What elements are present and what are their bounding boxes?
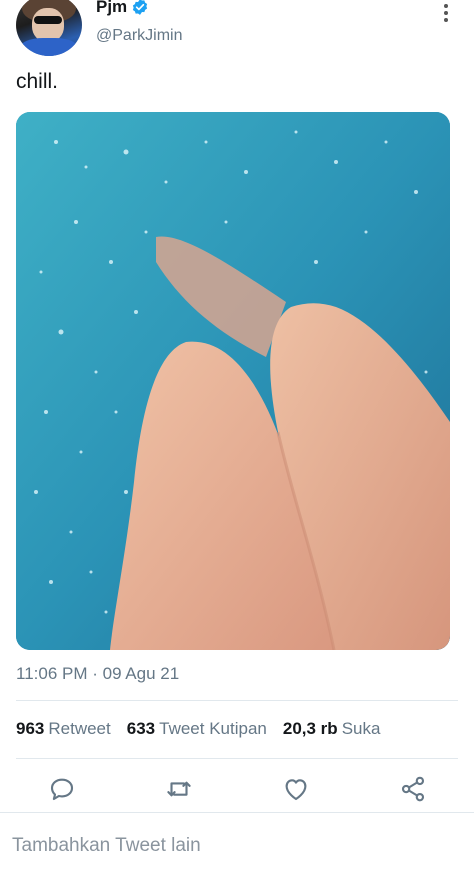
like-button[interactable] [281,774,311,804]
user-handle[interactable]: @ParkJimin [96,27,182,45]
verified-badge-icon [133,0,148,15]
divider [16,758,458,759]
display-name[interactable]: Pjm [96,0,127,17]
avatar-shirt [20,38,78,56]
heart-icon [285,779,307,801]
tweet-text: chill. [16,70,59,93]
avatar-face [32,8,64,42]
more-options-icon[interactable] [438,2,454,24]
reply-placeholder[interactable]: Tambahkan Tweet lain [12,835,201,857]
reply-button[interactable] [47,774,77,804]
tweet-media-photo[interactable] [16,112,450,650]
retweet-arrows-icon [167,781,191,797]
share-nodes-icon [401,776,425,802]
tweet-timestamp[interactable]: 11:06 PM · 09 Agu 21 [16,664,179,684]
like-count-value: 20,3 rb [282,719,338,738]
avatar[interactable] [16,0,82,56]
divider [16,700,458,701]
retweet-count-value: 963 [16,719,45,738]
quote-count-value: 633 [126,719,156,738]
name-row[interactable]: Pjm [96,0,149,17]
avatar-sunglasses [34,16,62,24]
like-count[interactable]: 20,3 rb Suka [283,719,381,739]
retweet-count-label: Retweet [48,719,111,738]
retweet-button[interactable] [164,774,194,804]
quote-count-label: Tweet Kutipan [159,719,267,738]
reply-composer[interactable]: Tambahkan Tweet lain [0,812,474,876]
quote-tweet-count[interactable]: 633 Tweet Kutipan [127,719,267,739]
pool-legs-photo [16,112,450,650]
share-button[interactable] [398,774,428,804]
reply-bubble-icon [50,778,74,801]
tweet-stats: 963 Retweet 633 Tweet Kutipan 20,3 rb Suka [16,719,396,739]
retweet-count[interactable]: 963 Retweet [16,719,111,739]
tweet-header: Pjm @ParkJimin [0,0,474,62]
like-count-label: Suka [341,719,381,738]
